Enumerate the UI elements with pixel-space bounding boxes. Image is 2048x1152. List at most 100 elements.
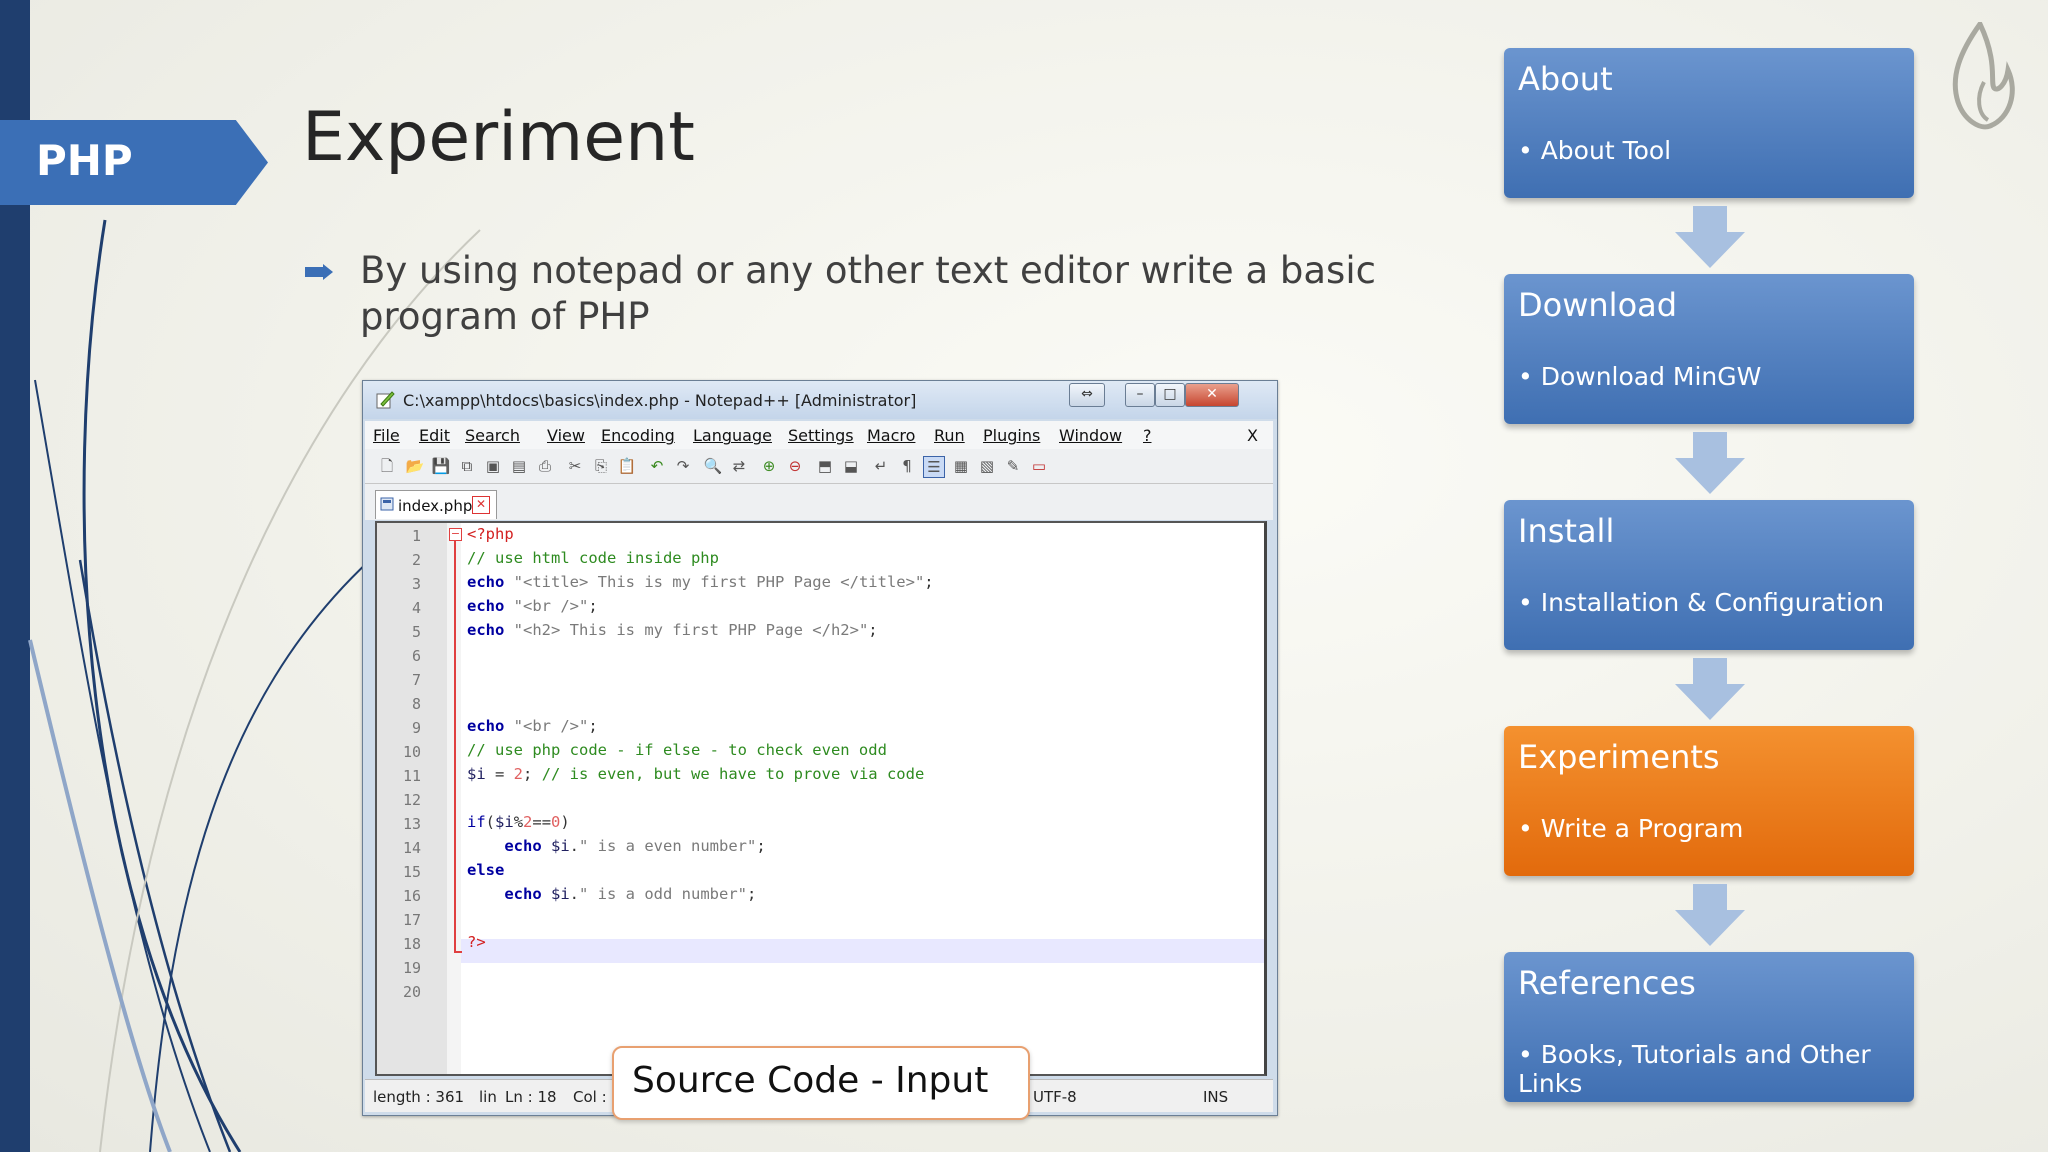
sync-horizontal-icon[interactable]: ⬓ <box>841 456 861 476</box>
menu-close-doc[interactable]: X <box>1247 426 1258 445</box>
status-mode: INS <box>1203 1088 1229 1106</box>
new-file-icon[interactable]: 🗋 <box>377 456 397 476</box>
line-number: 8 <box>411 695 421 713</box>
flow-step-title: About <box>1518 60 1613 98</box>
status-encoding: UTF-8 <box>1033 1088 1077 1106</box>
code-editor[interactable]: − 1 2 3 4 5 6 7 8 9 10 11 12 13 14 15 16 17 18 19 20 <?php … <box>375 521 1267 1076</box>
flow-down-arrow-icon <box>1675 206 1745 268</box>
menu-macro[interactable]: Macro <box>867 426 915 445</box>
status-col: Col : <box>573 1088 607 1106</box>
redo-icon[interactable]: ↷ <box>673 456 693 476</box>
code-line-5: echo "<h2> This is my first PHP Page </h… <box>467 621 878 639</box>
menu-language[interactable]: Language <box>693 426 772 445</box>
zoom-in-icon[interactable]: ⊕ <box>759 456 779 476</box>
indent-guide-icon[interactable]: ☰ <box>923 456 945 478</box>
line-number: 16 <box>402 887 421 905</box>
code-line-13: if($i%2==0) <box>467 813 570 831</box>
bullet-text: By using notepad or any other text edito… <box>360 249 1376 338</box>
window-titlebar: C:\xampp\htdocs\basics\index.php - Notep… <box>363 381 1277 419</box>
copy-icon[interactable]: ⎘ <box>591 456 611 476</box>
menu-plugins[interactable]: Plugins <box>983 426 1040 445</box>
flow-step-sub: • About Tool <box>1518 136 1672 165</box>
flow-step-title: Experiments <box>1518 738 1720 776</box>
code-line-4: echo "<br />"; <box>467 597 598 615</box>
replace-icon[interactable]: ⇄ <box>729 456 749 476</box>
menu-encoding[interactable]: Encoding <box>601 426 675 445</box>
menu-bar: File Edit Search View Encoding Language … <box>365 421 1273 449</box>
maximize-button[interactable]: □ <box>1155 383 1185 407</box>
print-icon[interactable]: ⎙ <box>535 456 555 476</box>
line-number: 10 <box>402 743 421 761</box>
restore-arrows-icon[interactable]: ⇔ <box>1069 383 1105 407</box>
flow-step-about[interactable]: About • About Tool <box>1504 48 1914 198</box>
section-tab-label: PHP <box>36 136 133 185</box>
line-number: 15 <box>402 863 421 881</box>
flow-step-sub: • Installation & Configuration <box>1518 588 1885 617</box>
notepad-app-icon <box>376 391 395 409</box>
doc-map-icon[interactable]: ▧ <box>977 456 997 476</box>
flow-step-title: Install <box>1518 512 1615 550</box>
fold-line <box>454 537 456 953</box>
flow-step-install[interactable]: Install • Installation & Configuration <box>1504 500 1914 650</box>
menu-file[interactable]: File <box>373 426 400 445</box>
window-title: C:\xampp\htdocs\basics\index.php - Notep… <box>403 391 917 410</box>
word-wrap-icon[interactable]: ↵ <box>871 456 891 476</box>
paste-icon[interactable]: 📋 <box>617 456 637 476</box>
fold-collapse-icon[interactable]: − <box>449 528 462 541</box>
menu-search[interactable]: Search <box>465 426 520 445</box>
close-button[interactable]: ✕ <box>1185 383 1239 407</box>
flow-step-title: Download <box>1518 286 1678 324</box>
code-text: <?php <box>467 525 514 543</box>
notepad-window: C:\xampp\htdocs\basics\index.php - Notep… <box>362 380 1278 1116</box>
save-all-icon[interactable]: ⧉ <box>457 456 477 476</box>
flow-step-references[interactable]: References • Books, Tutorials and Other … <box>1504 952 1914 1102</box>
fold-end-marker <box>454 951 462 953</box>
code-line-18: ?> <box>467 933 486 951</box>
line-number: 7 <box>411 671 421 689</box>
tab-close-icon[interactable]: ✕ <box>472 496 490 514</box>
zoom-out-icon[interactable]: ⊖ <box>785 456 805 476</box>
code-line-3: echo "<title> This is my first PHP Page … <box>467 573 934 591</box>
flow-step-download[interactable]: Download • Download MinGW <box>1504 274 1914 424</box>
menu-view[interactable]: View <box>547 426 585 445</box>
minimize-button[interactable]: – <box>1125 383 1155 407</box>
show-all-chars-icon[interactable]: ¶ <box>897 456 917 476</box>
line-number: 2 <box>411 551 421 569</box>
source-code-callout: Source Code - Input <box>612 1046 1030 1120</box>
menu-help[interactable]: ? <box>1143 426 1152 445</box>
status-lin: lin <box>479 1088 497 1106</box>
flow-step-sub: • Download MinGW <box>1518 362 1762 391</box>
lang-udl-icon[interactable]: ▦ <box>951 456 971 476</box>
code-line-14: echo $i." is a even number"; <box>504 837 766 855</box>
menu-edit[interactable]: Edit <box>419 426 450 445</box>
menu-settings[interactable]: Settings <box>788 426 854 445</box>
close-file-icon[interactable]: ▣ <box>483 456 503 476</box>
flow-down-arrow-icon <box>1675 432 1745 494</box>
open-file-icon[interactable]: 📂 <box>405 456 425 476</box>
flow-step-sub: • Books, Tutorials and Other Links <box>1518 1040 1871 1098</box>
flow-step-title: References <box>1518 964 1696 1002</box>
line-number: 19 <box>402 959 421 977</box>
cut-icon[interactable]: ✂ <box>565 456 585 476</box>
toolbar: 🗋 📂 💾 ⧉ ▣ ▤ ⎙ ✂ ⎘ 📋 ↶ ↷ 🔍 ⇄ ⊕ ⊖ ⬒ ⬓ ↵ ¶ … <box>365 449 1273 484</box>
line-number: 9 <box>411 719 421 737</box>
code-line-16: echo $i." is a odd number"; <box>504 885 757 903</box>
sync-vertical-icon[interactable]: ⬒ <box>815 456 835 476</box>
code-line-10: // use php code - if else - to check eve… <box>467 741 887 759</box>
flame-logo-icon <box>1952 22 2015 130</box>
macro-record-icon[interactable]: ✎ <box>1003 456 1023 476</box>
code-line-1: <?php <box>467 525 514 543</box>
flow-step-experiments[interactable]: Experiments • Write a Program <box>1504 726 1914 876</box>
save-icon[interactable]: 💾 <box>431 456 451 476</box>
line-number: 5 <box>411 623 421 641</box>
menu-run[interactable]: Run <box>934 426 965 445</box>
undo-icon[interactable]: ↶ <box>647 456 667 476</box>
tab-index-php[interactable]: index.php ✕ <box>375 490 497 519</box>
close-all-icon[interactable]: ▤ <box>509 456 529 476</box>
code-line-11: $i = 2; // is even, but we have to prove… <box>467 765 925 783</box>
find-icon[interactable]: 🔍 <box>703 456 723 476</box>
line-number: 12 <box>402 791 421 809</box>
menu-window[interactable]: Window <box>1059 426 1122 445</box>
macro-stop-icon[interactable]: ▭ <box>1029 456 1049 476</box>
status-position: Ln : 18 <box>505 1088 557 1106</box>
